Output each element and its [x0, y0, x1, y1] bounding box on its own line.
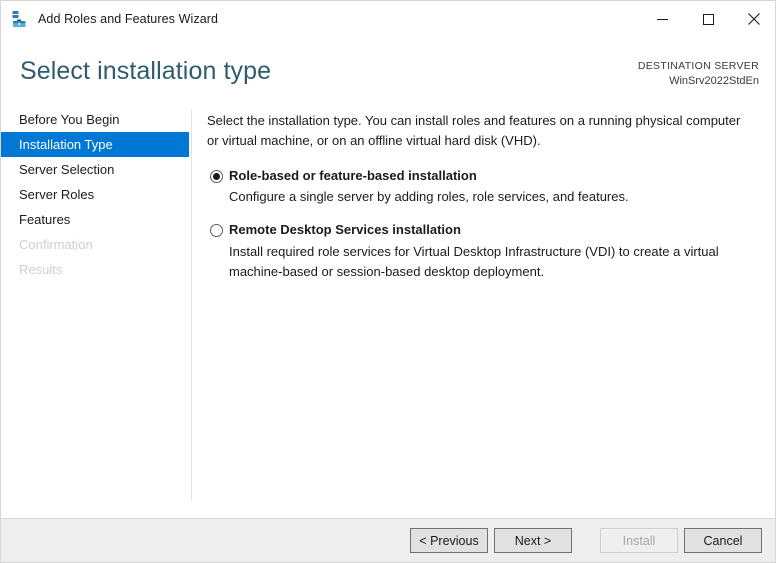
- sidebar-item-label: Results: [19, 262, 63, 277]
- close-button[interactable]: [731, 1, 775, 37]
- sidebar-item-label: Confirmation: [19, 237, 93, 252]
- option-role-based-installation[interactable]: Role-based or feature-based installation…: [207, 167, 759, 208]
- title-bar: Add Roles and Features Wizard: [1, 1, 775, 37]
- server-wizard-icon: [10, 9, 30, 29]
- add-roles-wizard-window: Add Roles and Features Wizard Select ins…: [0, 0, 776, 563]
- minimize-button[interactable]: [639, 1, 685, 37]
- footer-button-bar: < Previous Next > Install Cancel: [1, 518, 775, 562]
- sidebar-item-label: Features: [19, 212, 71, 227]
- cancel-button[interactable]: Cancel: [684, 528, 762, 553]
- maximize-icon: [702, 13, 714, 25]
- sidebar-item-label: Server Selection: [19, 162, 115, 177]
- sidebar-item-confirmation: Confirmation: [1, 232, 189, 257]
- window-title: Add Roles and Features Wizard: [38, 12, 219, 26]
- instruction-text: Select the installation type. You can in…: [207, 113, 741, 148]
- destination-server-value: WinSrv2022StdEn: [669, 74, 759, 87]
- sidebar-item-before-you-begin[interactable]: Before You Begin: [1, 107, 189, 132]
- installation-type-radio-group: Role-based or feature-based installation…: [207, 167, 759, 282]
- option-description: Install required role services for Virtu…: [229, 243, 719, 279]
- window-controls: [639, 1, 775, 37]
- page-title: Select installation type: [20, 57, 272, 85]
- sidebar-divider: [191, 109, 192, 501]
- sidebar-item-server-roles[interactable]: Server Roles: [1, 182, 189, 207]
- minimize-icon: [656, 18, 668, 20]
- wizard-navigation-sidebar: Before You Begin Installation Type Serve…: [1, 107, 191, 503]
- destination-server-label: DESTINATION SERVER: [637, 60, 759, 72]
- radio-remote-desktop-services-installation[interactable]: [210, 224, 223, 238]
- sidebar-item-server-selection[interactable]: Server Selection: [1, 157, 189, 182]
- close-icon: [748, 13, 760, 25]
- main-content: Select the installation type. You can in…: [207, 111, 759, 295]
- destination-server-block: DESTINATION SERVER WinSrv2022StdEn: [638, 60, 759, 88]
- sidebar-item-installation-type[interactable]: Installation Type: [1, 132, 189, 157]
- option-title: Role-based or feature-based installation: [229, 167, 477, 183]
- sidebar-item-features[interactable]: Features: [1, 207, 189, 232]
- next-button[interactable]: Next >: [494, 528, 572, 553]
- install-button: Install: [600, 528, 678, 553]
- sidebar-item-label: Server Roles: [19, 187, 95, 202]
- maximize-button[interactable]: [685, 1, 731, 37]
- option-remote-desktop-services-installation[interactable]: Remote Desktop Services installation Ins…: [207, 221, 759, 281]
- sidebar-item-label: Installation Type: [19, 137, 113, 152]
- option-title: Remote Desktop Services installation: [229, 222, 461, 238]
- previous-button[interactable]: < Previous: [410, 528, 488, 553]
- radio-role-based-installation[interactable]: [210, 169, 223, 183]
- sidebar-item-label: Before You Begin: [19, 112, 120, 127]
- option-description: Configure a single server by adding role…: [229, 189, 629, 205]
- sidebar-item-results: Results: [1, 257, 189, 282]
- page-header: Select installation type DESTINATION SER…: [1, 37, 775, 103]
